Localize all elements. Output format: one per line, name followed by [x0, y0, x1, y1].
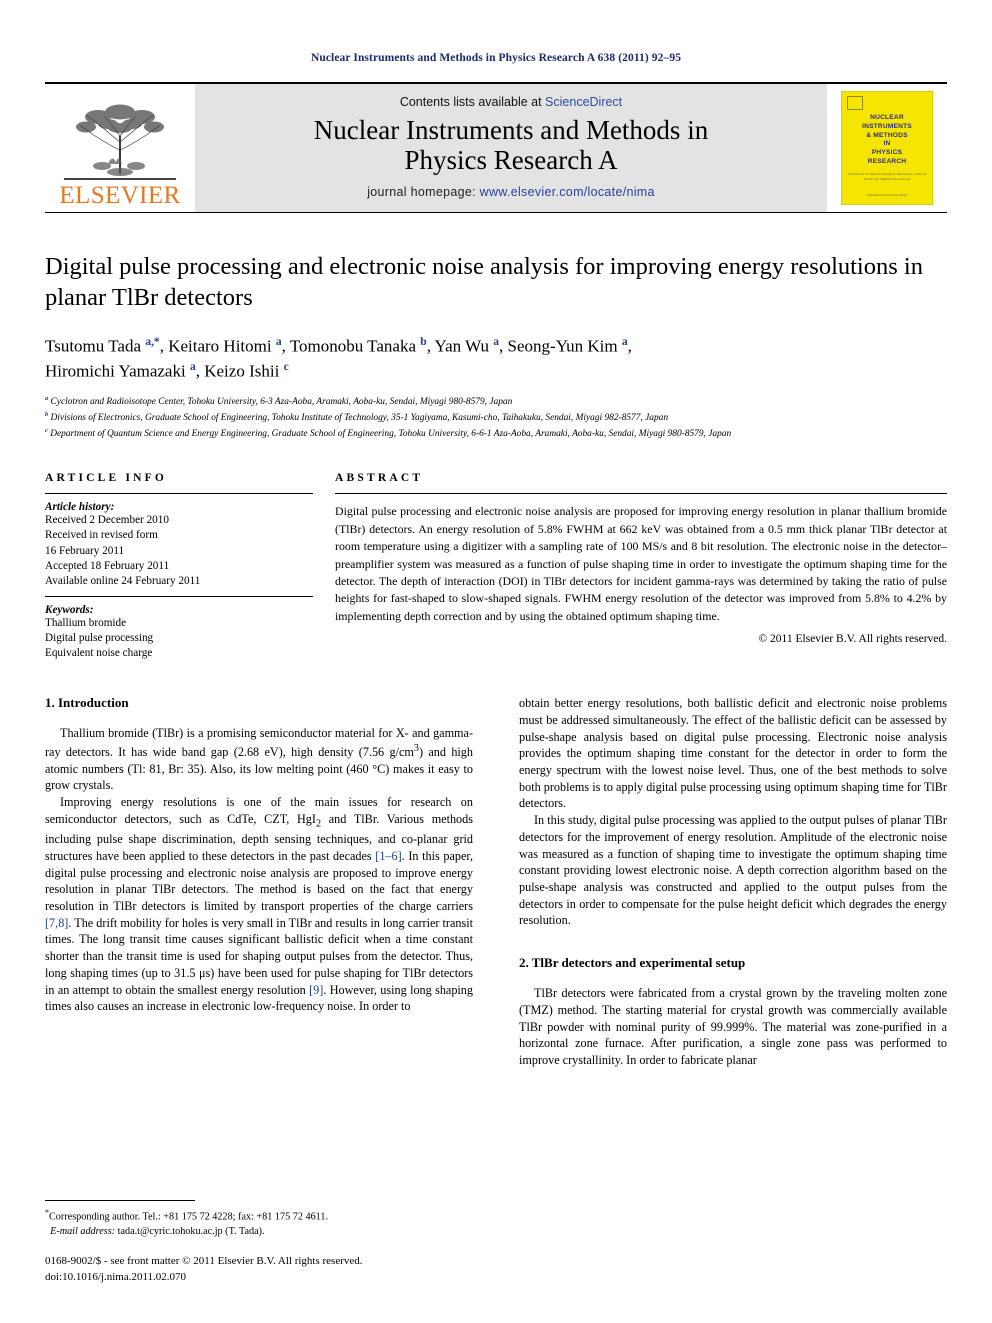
cover-publisher-badge: [847, 96, 863, 110]
paragraph: TlBr detectors were fabricated from a cr…: [519, 986, 947, 1067]
cover-title-text: NUCLEAR INSTRUMENTS & METHODS IN PHYSICS…: [847, 114, 927, 167]
sciencedirect-link[interactable]: ScienceDirect: [545, 95, 622, 109]
cover-title-line: INSTRUMENTS: [862, 122, 912, 130]
history-line: 16 February 2011: [45, 544, 125, 557]
history-line: Available online 24 February 2011: [45, 574, 201, 587]
abstract-column: ABSTRACT Digital pulse processing and el…: [335, 472, 947, 661]
title-block: Digital pulse processing and electronic …: [45, 251, 947, 442]
paragraph: Improving energy resolutions is one of t…: [45, 795, 473, 1014]
contents-prefix: Contents lists available at: [399, 94, 546, 109]
homepage-url-link[interactable]: www.elsevier.com/locate/nima: [480, 185, 655, 199]
masthead-center: Contents lists available at ScienceDirec…: [195, 84, 827, 212]
email-address[interactable]: tada.t@cyric.tohoku.ac.jp (T. Tada).: [118, 1226, 265, 1237]
paragraph: In this study, digital pulse processing …: [519, 813, 947, 928]
article-page: Nuclear Instruments and Methods in Physi…: [0, 0, 992, 1323]
body-columns: 1. Introduction Thallium bromide (TlBr) …: [45, 695, 947, 1068]
doi-line[interactable]: doi:10.1016/j.nima.2011.02.070: [45, 1270, 465, 1285]
email-label: E-mail address:: [50, 1225, 116, 1237]
article-info-column: ARTICLE INFO Article history: Received 2…: [45, 472, 313, 661]
issn-block: 0168-9002/$ - see front matter © 2011 El…: [45, 1254, 465, 1285]
history-line: Received in revised form: [45, 529, 158, 542]
page-footer: *Corresponding author. Tel.: +81 175 72 …: [45, 1199, 465, 1285]
cover-title-line: RESEARCH: [867, 157, 907, 165]
affiliation-c: c Department of Quantum Science and Ener…: [45, 427, 732, 440]
history-label: Article history:: [45, 501, 115, 514]
author-line: Hiromichi Yamazaki a, Keizo Ishii c: [45, 359, 289, 381]
keyword-item: Digital pulse processing: [45, 632, 154, 645]
info-abstract-region: ARTICLE INFO Article history: Received 2…: [45, 472, 947, 661]
corresponding-author-note: *Corresponding author. Tel.: +81 175 72 …: [45, 1207, 329, 1223]
keywords-label: Keywords:: [45, 603, 94, 616]
journal-title-line2: Physics Research A: [404, 145, 618, 175]
history-line: Accepted 18 February 2011: [45, 559, 170, 572]
body-column-left: 1. Introduction Thallium bromide (TlBr) …: [45, 695, 473, 1068]
history-line: Received 2 December 2010: [45, 514, 169, 527]
cover-title-line: & METHODS: [866, 131, 908, 139]
contents-line: Contents lists available at ScienceDirec…: [400, 95, 622, 109]
affiliation-a: a Cyclotron and Radioisotope Center, Toh…: [45, 395, 513, 408]
cover-image: NUCLEAR INSTRUMENTS & METHODS IN PHYSICS…: [841, 91, 933, 205]
footnote-rule: [45, 1199, 195, 1201]
abstract-text: Digital pulse processing and electronic …: [335, 504, 947, 623]
journal-cover-thumbnail: NUCLEAR INSTRUMENTS & METHODS IN PHYSICS…: [827, 84, 947, 212]
elsevier-logo: ELSEVIER: [45, 84, 195, 212]
journal-title-line1: Nuclear Instruments and Methods in: [313, 114, 709, 145]
keyword-item: Equivalent noise charge: [45, 647, 153, 660]
body-column-right: obtain better energy resolutions, both b…: [519, 695, 947, 1068]
article-history-block: Article history: Received 2 December 201…: [45, 494, 313, 596]
abstract-heading: ABSTRACT: [335, 472, 424, 485]
cover-title-line: IN: [883, 140, 891, 148]
author-line: Tsutomu Tada a,*, Keitaro Hitomi a, Tomo…: [45, 334, 632, 356]
journal-title: Nuclear Instruments and Methods in Physi…: [314, 115, 708, 175]
author-list: Tsutomu Tada a,*, Keitaro Hitomi a, Tomo…: [45, 334, 947, 384]
article-title: Digital pulse processing and electronic …: [45, 253, 923, 312]
article-info-heading: ARTICLE INFO: [45, 472, 168, 485]
keyword-item: Thallium bromide: [45, 616, 127, 629]
elsevier-wordmark: ELSEVIER: [59, 182, 181, 209]
elsevier-tree-icon: [76, 104, 164, 176]
affiliation-list: a Cyclotron and Radioisotope Center, Toh…: [45, 394, 947, 442]
paragraph: obtain better energy resolutions, both b…: [519, 696, 947, 811]
logo-divider: [64, 178, 176, 180]
cover-title-line: NUCLEAR: [870, 114, 904, 121]
cover-footer-text: Summarized in Science Daily: [866, 193, 908, 197]
homepage-prefix: journal homepage:: [367, 185, 480, 200]
abstract-copyright: © 2011 Elsevier B.V. All rights reserved…: [758, 633, 947, 645]
email-note: E-mail address: tada.t@cyric.tohoku.ac.j…: [45, 1225, 465, 1239]
section-heading-detectors-setup: 2. TlBr detectors and experimental setup: [519, 955, 746, 971]
affiliation-b: b Divisions of Electronics, Graduate Sch…: [45, 411, 669, 424]
section-heading-introduction: 1. Introduction: [45, 695, 129, 711]
paragraph: Thallium bromide (TlBr) is a promising s…: [45, 726, 473, 793]
keywords-block: Keywords: Thallium bromide Digital pulse…: [45, 597, 313, 661]
journal-masthead: ELSEVIER Contents lists available at Sci…: [45, 82, 947, 213]
running-head: Nuclear Instruments and Methods in Physi…: [310, 52, 682, 64]
cover-subtitle: The Tutorial in Medical Imaging for Reso…: [847, 171, 927, 181]
cover-title-line: PHYSICS: [871, 149, 903, 157]
issn-line: 0168-9002/$ - see front matter © 2011 El…: [45, 1255, 363, 1268]
journal-homepage: journal homepage: www.elsevier.com/locat…: [367, 185, 655, 199]
